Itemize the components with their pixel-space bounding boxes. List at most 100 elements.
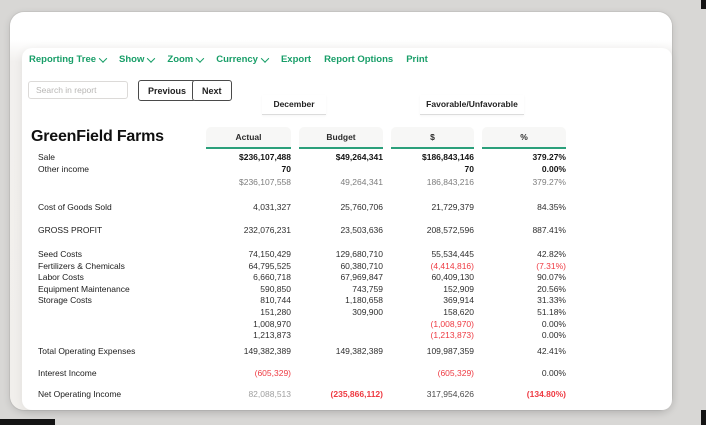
- row-label: [38, 319, 206, 331]
- cell-actual: 590,850: [260, 283, 291, 294]
- table-row: 1,213,873 (1,213,873) 0.00%: [22, 330, 672, 342]
- row-label: Labor Costs: [38, 272, 84, 283]
- column-header[interactable]: Budget: [299, 127, 383, 149]
- table-row: $236,107,558 49,264,341 186,843,216 379.…: [22, 177, 672, 189]
- row-label: Storage Costs: [38, 295, 92, 306]
- toolbar-menu-label: Report Options: [324, 54, 394, 65]
- cell-budget: 25,760,706: [340, 201, 383, 212]
- row-label: Fertilizers & Chemicals: [38, 260, 125, 271]
- toolbar-menu-item[interactable]: Show: [119, 53, 156, 65]
- cell-variance-percent: 887.41%: [532, 225, 566, 236]
- cell-actual: 810,744: [260, 295, 291, 306]
- table-row: Net Operating Income 82,088,513 (235,866…: [22, 389, 672, 401]
- cell-variance-dollar: (605,329): [437, 368, 474, 379]
- toolbar-menu-label: Export: [280, 54, 312, 65]
- column-headers: Actual Budget $ %: [22, 127, 672, 149]
- cell-actual: $236,107,558: [239, 177, 291, 188]
- cell-actual: 1,008,970: [253, 318, 291, 329]
- cell-variance-dollar: 208,572,596: [426, 225, 474, 236]
- cell-budget: [307, 368, 391, 380]
- previous-button[interactable]: Previous: [138, 80, 197, 101]
- cell-variance-percent: 379.27%: [532, 152, 566, 162]
- cell-actual: 64,795,525: [248, 260, 291, 271]
- column-group-favorable-unfavorable: Favorable/Unfavorable: [420, 95, 524, 115]
- toolbar-menu-item[interactable]: Currency: [216, 53, 270, 65]
- cell-budget: 1,180,658: [345, 295, 383, 306]
- report-card: Reporting Tree Show Zoom Currency Export…: [22, 48, 672, 410]
- cell-budget: 60,380,710: [340, 260, 383, 271]
- cell-variance-percent: 31.33%: [537, 295, 566, 306]
- toolbar-menu-label: Reporting Tree: [29, 54, 97, 65]
- column-header[interactable]: %: [482, 127, 566, 149]
- chevron-down-icon: [98, 53, 108, 63]
- cell-variance-percent: (7.31%): [536, 260, 566, 271]
- cell-variance-dollar: (1,213,873): [430, 330, 474, 341]
- cell-actual: 70: [281, 163, 291, 174]
- chevron-down-icon: [196, 53, 205, 63]
- row-label: Total Operating Expenses: [38, 345, 136, 356]
- cell-variance-dollar: 109,987,359: [426, 345, 474, 356]
- cell-budget: 49,264,341: [340, 177, 383, 188]
- column-header[interactable]: $: [391, 127, 474, 149]
- frame-fragment-bottom-left: [0, 419, 55, 425]
- column-header[interactable]: Actual: [206, 127, 291, 149]
- table-row: Interest Income (605,329) (605,329) 0.00…: [22, 368, 672, 380]
- cell-variance-dollar: 369,914: [443, 295, 474, 306]
- next-button[interactable]: Next: [192, 80, 232, 101]
- row-label: GROSS PROFIT: [38, 225, 103, 236]
- cell-budget: [307, 164, 391, 176]
- cell-variance-dollar: $186,843,146: [422, 152, 474, 162]
- report-table: Sale $236,107,488 $49,264,341 $186,843,1…: [22, 152, 672, 401]
- toolbar-menu-item[interactable]: Export: [281, 54, 311, 65]
- search-input[interactable]: [28, 81, 128, 99]
- cell-variance-percent: 51.18%: [537, 306, 566, 317]
- toolbar-menu-item[interactable]: Print: [406, 54, 428, 65]
- column-group-december: December: [262, 95, 326, 115]
- row-label: [38, 330, 206, 342]
- row-label: Seed Costs: [38, 248, 82, 259]
- table-row: Equipment Maintenance 590,850 743,759 15…: [22, 284, 672, 296]
- cell-variance-percent: 84.35%: [537, 201, 566, 212]
- cell-variance-percent: (134.80%): [526, 388, 566, 399]
- table-row: Total Operating Expenses 149,382,389 149…: [22, 346, 672, 358]
- table-row: 151,280 309,900 158,620 51.18%: [22, 307, 672, 319]
- table-row: Sale $236,107,488 $49,264,341 $186,843,1…: [22, 152, 672, 164]
- cell-budget: $49,264,341: [335, 152, 383, 162]
- cell-budget: 309,900: [352, 306, 383, 317]
- row-label: Cost of Goods Sold: [38, 201, 112, 212]
- table-row: Storage Costs 810,744 1,180,658 369,914 …: [22, 295, 672, 307]
- row-label: Sale: [38, 152, 56, 162]
- toolbar-menu-label: Show: [119, 54, 145, 65]
- frame-fragment-top-right: [701, 0, 706, 9]
- cell-actual: 1,213,873: [253, 330, 291, 341]
- cell-budget: 23,503,636: [340, 225, 383, 236]
- cell-variance-dollar: 70: [464, 163, 474, 174]
- table-row: Other income 70 70 0.00%: [22, 164, 672, 176]
- cell-actual: $236,107,488: [239, 152, 291, 162]
- cell-variance-percent: 20.56%: [537, 283, 566, 294]
- cell-variance-percent: 42.41%: [537, 345, 566, 356]
- table-row: Labor Costs 6,660,718 67,969,847 60,409,…: [22, 272, 672, 284]
- cell-budget: 743,759: [352, 283, 383, 294]
- toolbar-menu-label: Print: [406, 54, 428, 65]
- cell-variance-dollar: 21,729,379: [431, 201, 474, 212]
- table-row: Cost of Goods Sold 4,031,327 25,760,706 …: [22, 202, 672, 214]
- toolbar-menu-item[interactable]: Zoom: [167, 53, 205, 65]
- cell-actual: 232,076,231: [243, 225, 291, 236]
- cell-budget: (235,866,112): [330, 388, 383, 399]
- app-window: Reporting Tree Show Zoom Currency Export…: [10, 12, 672, 410]
- cell-budget: 149,382,389: [335, 345, 383, 356]
- row-label: Equipment Maintenance: [38, 283, 130, 294]
- chevron-down-icon: [260, 53, 270, 63]
- cell-budget: 129,680,710: [335, 248, 383, 259]
- row-label: Interest Income: [38, 368, 97, 379]
- toolbar-menu-item[interactable]: Report Options: [324, 54, 393, 65]
- table-row: GROSS PROFIT 232,076,231 23,503,636 208,…: [22, 225, 672, 237]
- toolbar-menu-item[interactable]: Reporting Tree: [29, 53, 108, 65]
- cell-variance-dollar: 60,409,130: [431, 272, 474, 283]
- cell-variance-dollar: (4,414,816): [430, 260, 474, 271]
- cell-actual: 6,660,718: [253, 272, 291, 283]
- cell-variance-dollar: 158,620: [443, 306, 474, 317]
- row-label: [38, 307, 206, 319]
- toolbar-menu-label: Zoom: [167, 54, 194, 65]
